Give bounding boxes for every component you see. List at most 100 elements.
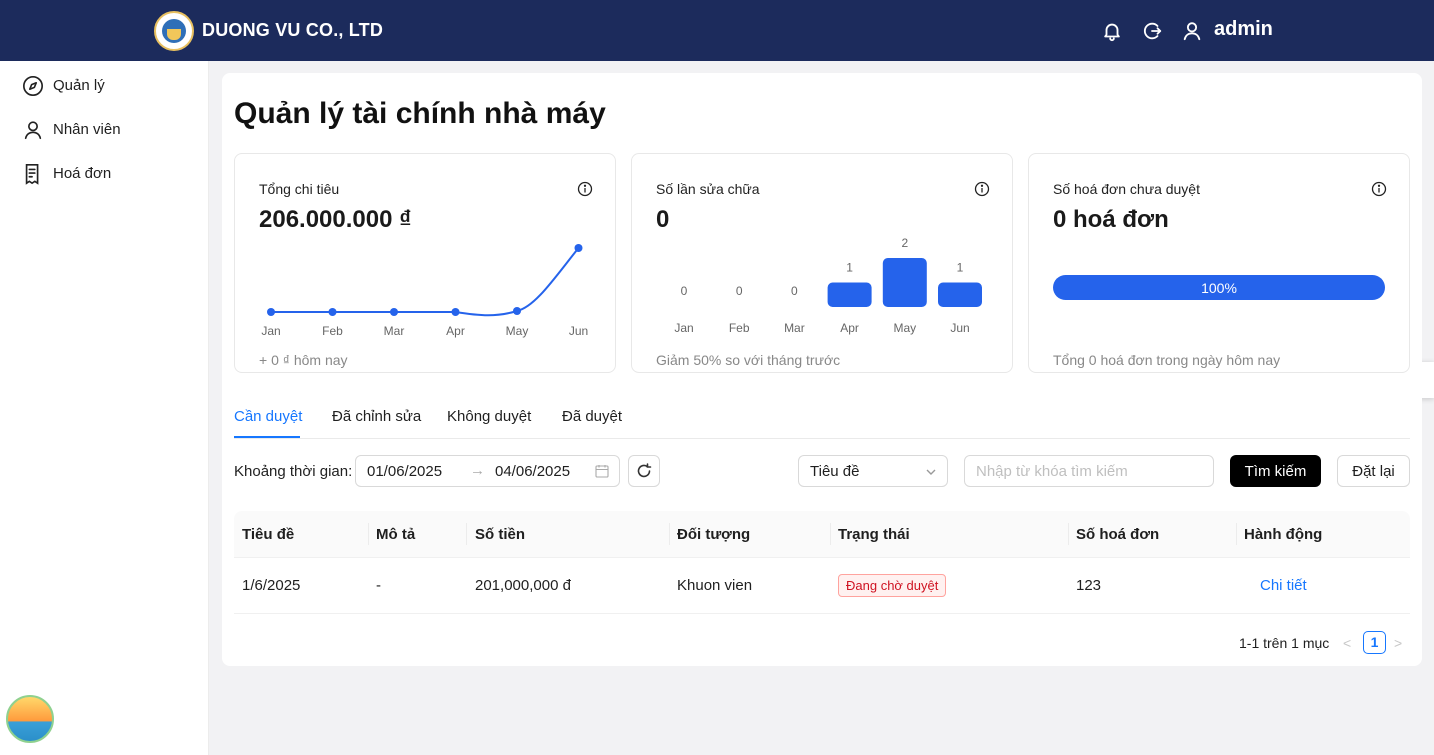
date-range-label: Khoảng thời gian: (234, 463, 353, 480)
reset-button[interactable]: Đặt lại (1337, 455, 1410, 487)
sidebar: Quản lý Nhân viên Hoá đơn (0, 61, 209, 755)
progress-bar: 100% (1053, 275, 1385, 300)
sidebar-item-label: Quản lý (53, 77, 105, 94)
column-header[interactable]: Số hoá đơn (1076, 526, 1159, 543)
x-tick-label: May (893, 321, 916, 335)
calendar-icon[interactable] (595, 464, 609, 478)
stat-value: 0 hoá đơn (1053, 206, 1169, 233)
pagination-summary: 1-1 trên 1 mục (1239, 635, 1330, 651)
data-label: 0 (681, 284, 688, 298)
data-label: 1 (957, 261, 964, 275)
main-card: Quản lý tài chính nhà máy Tổng chi tiêu … (222, 73, 1422, 666)
repairs-bar-chart: 0 Jan 0 Feb 0 Mar 1 Apr 2 May 1 Jun (674, 236, 982, 335)
sidebar-item-quan-ly[interactable]: Quản lý (0, 66, 209, 106)
pagination-page[interactable]: 1 (1363, 631, 1386, 654)
select-value: Tiêu đề (810, 463, 860, 480)
end-date[interactable]: 04/06/2025 (495, 463, 570, 480)
stat-footnote: Giảm 50% so với tháng trước (656, 352, 841, 368)
data-label: 0 (791, 284, 798, 298)
user-icon[interactable] (1181, 20, 1203, 42)
cell-invoice-count: 123 (1076, 577, 1102, 594)
column-divider (1068, 523, 1069, 545)
cell-target: Khuon vien (677, 577, 753, 594)
column-divider (368, 523, 369, 545)
logout-icon[interactable] (1141, 20, 1163, 42)
column-header[interactable]: Đối tượng (677, 526, 750, 543)
sidebar-item-nhan-vien[interactable]: Nhân viên (0, 110, 209, 150)
status-badge: Đang chờ duyệt (838, 574, 947, 597)
invoice-table: Tiêu đề Mô tả Số tiền Đối tượng Trạng th… (234, 511, 1410, 614)
top-header: DUONG VU CO., LTD admin (0, 0, 1434, 61)
cell-amount: 201,000,000 đ (475, 577, 571, 594)
search-input[interactable] (964, 455, 1214, 487)
pagination-prev[interactable]: < (1343, 635, 1351, 651)
x-tick-label: Jun (569, 324, 588, 338)
column-divider (669, 523, 670, 545)
line-point (328, 308, 337, 316)
refresh-button[interactable] (628, 455, 660, 487)
progress-label: 100% (1201, 280, 1237, 296)
detail-link[interactable]: Chi tiết (1260, 577, 1307, 594)
column-header[interactable]: Mô tả (376, 526, 415, 543)
arrow-right-icon: → (470, 462, 485, 479)
date-range-picker[interactable]: 01/06/2025 → 04/06/2025 (355, 455, 620, 487)
line-point (574, 244, 583, 252)
sidebar-item-label: Hoá đơn (53, 165, 112, 182)
sidebar-item-hoa-don[interactable]: Hoá đơn (0, 154, 209, 194)
pagination-next[interactable]: > (1394, 635, 1402, 651)
username[interactable]: admin (1214, 18, 1273, 41)
stat-label: Số hoá đơn chưa duyệt (1053, 181, 1200, 197)
bell-icon[interactable] (1101, 20, 1123, 42)
x-tick-label: May (506, 324, 529, 338)
compass-icon (23, 76, 43, 96)
refresh-icon (637, 463, 652, 478)
active-tab-indicator (234, 436, 300, 438)
sidebar-item-label: Nhân viên (53, 121, 121, 138)
x-tick-label: Jun (950, 321, 969, 335)
x-tick-label: Jan (674, 321, 693, 335)
stat-pending-invoices: Số hoá đơn chưa duyệt 0 hoá đơn 100% Tổn… (1028, 153, 1410, 373)
page-title: Quản lý tài chính nhà máy (234, 97, 606, 130)
bar (827, 282, 872, 307)
column-divider (1236, 523, 1237, 545)
tab-can-duyet[interactable]: Cần duyệt (234, 408, 302, 425)
x-tick-label: Apr (446, 324, 465, 338)
line-series (271, 247, 580, 317)
data-label: 0 (736, 284, 743, 298)
x-tick-label: Jan (261, 324, 280, 338)
table-row[interactable]: 1/6/2025 - 201,000,000 đ Khuon vien Đang… (234, 558, 1410, 614)
approval-tabs: Cần duyệt Đã chỉnh sửa Không duyệt Đã du… (234, 401, 1410, 439)
stat-footnote: + 0 ₫ hôm nay (259, 352, 348, 368)
line-point (267, 308, 275, 316)
table-header: Tiêu đề Mô tả Số tiền Đối tượng Trạng th… (234, 511, 1410, 558)
column-header[interactable]: Số tiền (475, 526, 525, 543)
spending-line-chart: Jan Feb Mar Apr May Jun (261, 244, 588, 338)
brand-name: DUONG VU CO., LTD (202, 20, 384, 40)
x-tick-label: Mar (784, 321, 805, 335)
bar (938, 282, 982, 307)
x-tick-label: Apr (840, 321, 859, 335)
company-logo[interactable] (154, 11, 194, 51)
column-header[interactable]: Hành động (1244, 526, 1322, 543)
tab-da-duyet[interactable]: Đã duyệt (562, 408, 622, 425)
x-tick-label: Mar (384, 324, 405, 338)
info-icon[interactable] (1371, 181, 1387, 197)
search-field-select[interactable]: Tiêu đề (798, 455, 948, 487)
data-label: 1 (846, 261, 853, 275)
start-date[interactable]: 01/06/2025 (367, 463, 442, 480)
line-point (513, 307, 521, 315)
assistant-avatar[interactable] (6, 695, 54, 743)
column-divider (466, 523, 467, 545)
search-button[interactable]: Tìm kiếm (1230, 455, 1321, 487)
chevron-down-icon (926, 469, 936, 475)
tab-da-chinh-sua[interactable]: Đã chỉnh sửa (332, 408, 421, 425)
tab-khong-duyet[interactable]: Không duyệt (447, 408, 531, 425)
invoice-icon (25, 164, 39, 185)
column-header[interactable]: Trạng thái (838, 526, 910, 543)
stat-total-spending: Tổng chi tiêu 206.000.000 ₫ Jan Feb Mar Apr… (234, 153, 616, 373)
column-divider (830, 523, 831, 545)
data-label: 2 (901, 236, 908, 250)
column-header[interactable]: Tiêu đề (242, 526, 294, 543)
user-icon (24, 121, 42, 140)
line-point (451, 308, 460, 316)
